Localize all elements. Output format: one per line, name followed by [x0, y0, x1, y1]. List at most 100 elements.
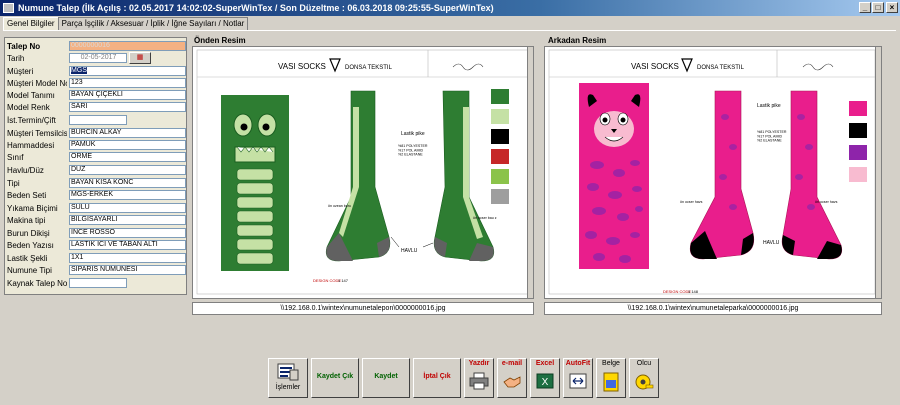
belge-button[interactable]: Belge	[596, 358, 626, 398]
front-image-frame[interactable]: VASI SOCKS DONSA TEKSTIL Lastik pike %81…	[192, 46, 534, 299]
back-note-burun: ön ocser havs	[680, 200, 703, 204]
kaydet-label: Kaydet	[374, 373, 398, 380]
front-swatch	[491, 149, 509, 164]
close-button[interactable]: ×	[886, 2, 898, 13]
maximize-button[interactable]: □	[872, 2, 884, 13]
autofit-button[interactable]: AutoFit	[563, 358, 593, 398]
sinif-field[interactable]: ORME	[69, 152, 186, 162]
label-yikama-bicimi: Yıkama Biçimi	[7, 204, 58, 213]
talep-no-field[interactable]: 0000000016	[69, 41, 186, 51]
model-tanimi-field[interactable]: BAYAN ÇİÇEKLİ	[69, 90, 186, 100]
front-swatch	[491, 129, 509, 144]
label-burun-dikisi: Burun Dikişi	[7, 229, 50, 238]
kaydet-button[interactable]: Kaydet	[362, 358, 410, 398]
app-icon	[3, 3, 14, 13]
burun-dikisi-field[interactable]: INCE ROSSO	[69, 228, 186, 238]
label-hammaddesi: Hammaddesi	[7, 141, 55, 150]
row-burun-dikisi: Burun Dikişi INCE ROSSO	[5, 228, 188, 239]
svg-text:X: X	[542, 377, 549, 388]
label-musteri: Müşteri	[7, 67, 34, 76]
label-tarih: Tarih	[7, 54, 25, 63]
label-musteri-temsilcisi: Müşteri Temsilcisi	[7, 129, 67, 138]
label-tipi: Tipi	[7, 179, 20, 188]
front-brand-right: DONSA TEKSTIL	[345, 65, 393, 71]
excel-button[interactable]: Excel X	[530, 358, 560, 398]
label-talep-no: Talep No	[7, 42, 41, 51]
window-title: Numune Talep (İlk Açılış : 02.05.2017 14…	[18, 3, 494, 13]
minimize-button[interactable]: _	[859, 2, 871, 13]
back-note-lastik: Lastik pike	[757, 103, 781, 109]
model-renk-field[interactable]: SARI	[69, 102, 186, 112]
row-musteri: Müşteri MGS	[5, 66, 188, 77]
row-havlu-duz: Havlu/Düz DUZ	[5, 165, 188, 176]
beden-yazisi-field[interactable]: LASTIK ICI VE TABAN ALTI	[69, 240, 186, 250]
row-talep-no: Talep No 0000000016	[5, 41, 188, 52]
row-ist-termin: İst.Termin/Çift	[5, 115, 188, 126]
musteri-field[interactable]: MGS	[69, 66, 186, 76]
olcu-button[interactable]: Olcu	[629, 358, 659, 398]
tipi-field[interactable]: BAYAN KISA KONC	[69, 178, 186, 188]
row-tipi: Tipi BAYAN KISA KONC	[5, 178, 188, 189]
tarih-field[interactable]: 02-05-2017	[69, 53, 127, 63]
beden-seti-field[interactable]: MGS-ERKEK	[69, 190, 186, 200]
calendar-button[interactable]: ▦	[129, 52, 151, 64]
back-design-code: 1 148	[688, 289, 699, 294]
window-title-bar: Numune Talep (İlk Açılış : 02.05.2017 14…	[0, 0, 900, 16]
iptal-cik-button[interactable]: İptal Çık	[413, 358, 461, 398]
yazdir-button[interactable]: Yazdır	[464, 358, 494, 398]
tab-divider	[3, 30, 896, 31]
label-beden-yazisi: Beden Yazısı	[7, 241, 54, 250]
general-info-form: Talep No 0000000016 Tarih 02-05-2017 ▦ M…	[4, 37, 187, 295]
musteri-value: MGS	[71, 67, 87, 74]
front-swatch	[491, 189, 509, 204]
makina-tipi-field[interactable]: BILGISAYARLI	[69, 215, 186, 225]
autofit-label: AutoFit	[565, 360, 591, 367]
iptal-cik-label: İptal Çık	[423, 373, 451, 380]
back-swatch	[849, 101, 867, 116]
tab-genel-bilgiler[interactable]: Genel Bilgiler	[3, 17, 59, 30]
musteri-model-no-field[interactable]: 123	[69, 78, 186, 88]
front-swatch	[491, 109, 509, 124]
back-image-label: Arkadan Resim	[548, 36, 607, 45]
yikama-bicimi-field[interactable]: SULU	[69, 203, 186, 213]
back-image-path: \\192.168.0.1\wintex\numunetaleparka\000…	[544, 302, 882, 315]
front-note-lastik: Lastik pike	[401, 131, 425, 137]
havlu-duz-field[interactable]: DUZ	[69, 165, 186, 175]
olcu-label: Olcu	[636, 360, 652, 367]
tab-parca-iscilik[interactable]: Parça İşçilik / Aksesuar / İplik / İğne …	[57, 17, 249, 30]
hammaddesi-field[interactable]: PAMUK	[69, 140, 186, 150]
process-list-icon	[277, 363, 299, 381]
label-kaynak-talep-no: Kaynak Talep No	[7, 279, 67, 288]
islemler-button[interactable]: İşlemler	[268, 358, 308, 398]
row-yikama-bicimi: Yıkama Biçimi SULU	[5, 203, 188, 214]
row-musteri-temsilcisi: Müşteri Temsilcisi BURCIN ALKAY	[5, 128, 188, 139]
tape-measure-icon	[635, 374, 654, 390]
front-sock-design-image: VASI SOCKS DONSA TEKSTIL Lastik pike %81…	[193, 47, 533, 298]
ist-termin-field[interactable]	[69, 115, 127, 125]
handshake-icon	[503, 376, 521, 388]
belge-label: Belge	[602, 360, 620, 367]
row-numune-tipi: Numune Tipi SIPARIS NUMUNESI	[5, 265, 188, 276]
bottom-toolbar: İşlemler Kaydet Çık Kaydet İptal Çık Yaz…	[268, 358, 659, 398]
back-brand-right: DONSA TEKSTIL	[697, 65, 745, 71]
kaynak-talep-no-field[interactable]	[69, 278, 127, 288]
back-image-frame[interactable]: VASI SOCKS DONSA TEKSTIL Lastik pike %81…	[544, 46, 882, 299]
label-lastik-sekli: Lastik Şekli	[7, 254, 48, 263]
front-note-bilek: ön ocser bau z	[473, 216, 497, 220]
back-note-bilek: ön ocser havs	[815, 200, 838, 204]
kaydet-cik-button[interactable]: Kaydet Çık	[311, 358, 359, 398]
excel-icon: X	[536, 373, 554, 389]
back-swatch	[849, 123, 867, 138]
row-tarih: Tarih 02-05-2017 ▦	[5, 52, 188, 64]
lastik-sekli-field[interactable]: 1X1	[69, 253, 186, 263]
back-image-scrollbar[interactable]	[875, 47, 881, 298]
label-numune-tipi: Numune Tipi	[7, 266, 52, 275]
front-design-code: 1 147	[338, 278, 349, 283]
label-ist-termin: İst.Termin/Çift	[7, 116, 56, 125]
back-swatch	[849, 167, 867, 182]
front-image-scrollbar[interactable]	[527, 47, 533, 298]
numune-tipi-field[interactable]: SIPARIS NUMUNESI	[69, 265, 186, 275]
musteri-temsilcisi-field[interactable]: BURCIN ALKAY	[69, 128, 186, 138]
back-swatch	[849, 145, 867, 160]
email-button[interactable]: e-mail	[497, 358, 527, 398]
